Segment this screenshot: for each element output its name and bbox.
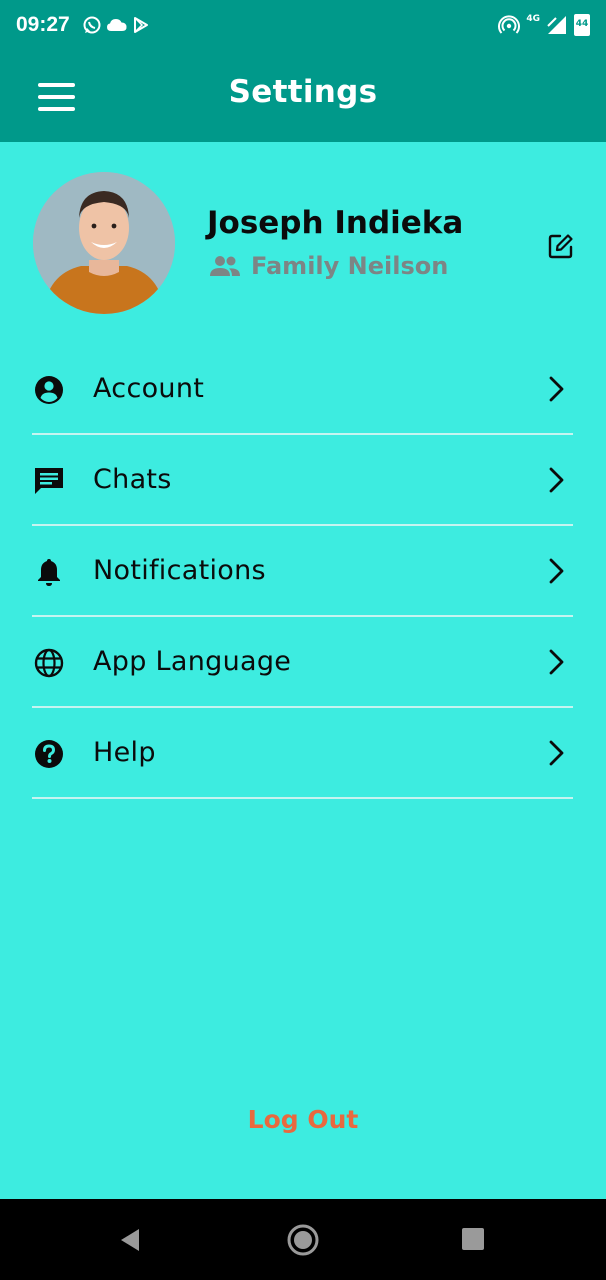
settings-item-app-language[interactable]: App Language <box>32 617 573 708</box>
edit-profile-button[interactable] <box>544 229 578 263</box>
system-nav-bar <box>0 1199 606 1280</box>
network-type: 4G <box>526 14 540 24</box>
settings-item-account[interactable]: Account <box>32 344 573 435</box>
back-icon[interactable] <box>118 1227 142 1253</box>
chevron-right-icon <box>549 467 564 493</box>
settings-item-label: Notifications <box>93 555 266 586</box>
chevron-right-icon <box>549 649 564 675</box>
account-circle-icon <box>32 373 65 406</box>
page-title: Settings <box>228 74 378 110</box>
group-icon <box>210 256 240 276</box>
profile-family-label: Family Neilson <box>251 252 449 280</box>
app-bar: Settings <box>0 52 606 142</box>
avatar[interactable] <box>33 172 175 314</box>
whatsapp-icon <box>83 16 101 34</box>
settings-item-help[interactable]: Help <box>32 708 573 799</box>
settings-item-label: Account <box>93 373 205 404</box>
profile-family: Family Neilson <box>209 250 448 282</box>
avatar-image <box>33 172 175 314</box>
help-circle-icon <box>32 737 65 770</box>
chevron-right-icon <box>549 558 564 584</box>
profile-name: Joseph Indieka <box>207 205 464 241</box>
globe-icon <box>32 646 65 679</box>
settings-list: Account Chats Notifications App Language… <box>32 344 573 799</box>
battery-icon: 44 <box>574 14 590 36</box>
chevron-right-icon <box>549 376 564 402</box>
status-notification-icons <box>82 14 150 36</box>
battery-level: 44 <box>575 19 589 29</box>
recents-icon[interactable] <box>462 1228 484 1250</box>
status-time: 09:27 <box>16 13 70 36</box>
settings-item-label: App Language <box>93 646 292 677</box>
settings-item-chats[interactable]: Chats <box>32 435 573 526</box>
hotspot-icon <box>498 15 521 34</box>
home-icon[interactable] <box>286 1223 320 1257</box>
status-bar: 09:27 4G 44 <box>0 0 606 52</box>
chevron-right-icon <box>549 740 564 766</box>
status-system-icons: 4G 44 <box>498 12 590 38</box>
edit-icon <box>548 234 573 259</box>
logout-button[interactable]: Log Out <box>0 1105 606 1134</box>
settings-item-label: Help <box>93 737 156 768</box>
settings-item-label: Chats <box>93 464 172 495</box>
cloud-icon <box>107 19 127 31</box>
bell-icon <box>32 555 65 588</box>
chat-icon <box>32 464 65 497</box>
settings-item-notifications[interactable]: Notifications <box>32 526 573 617</box>
play-store-icon <box>134 17 148 33</box>
signal-icon <box>547 16 566 34</box>
